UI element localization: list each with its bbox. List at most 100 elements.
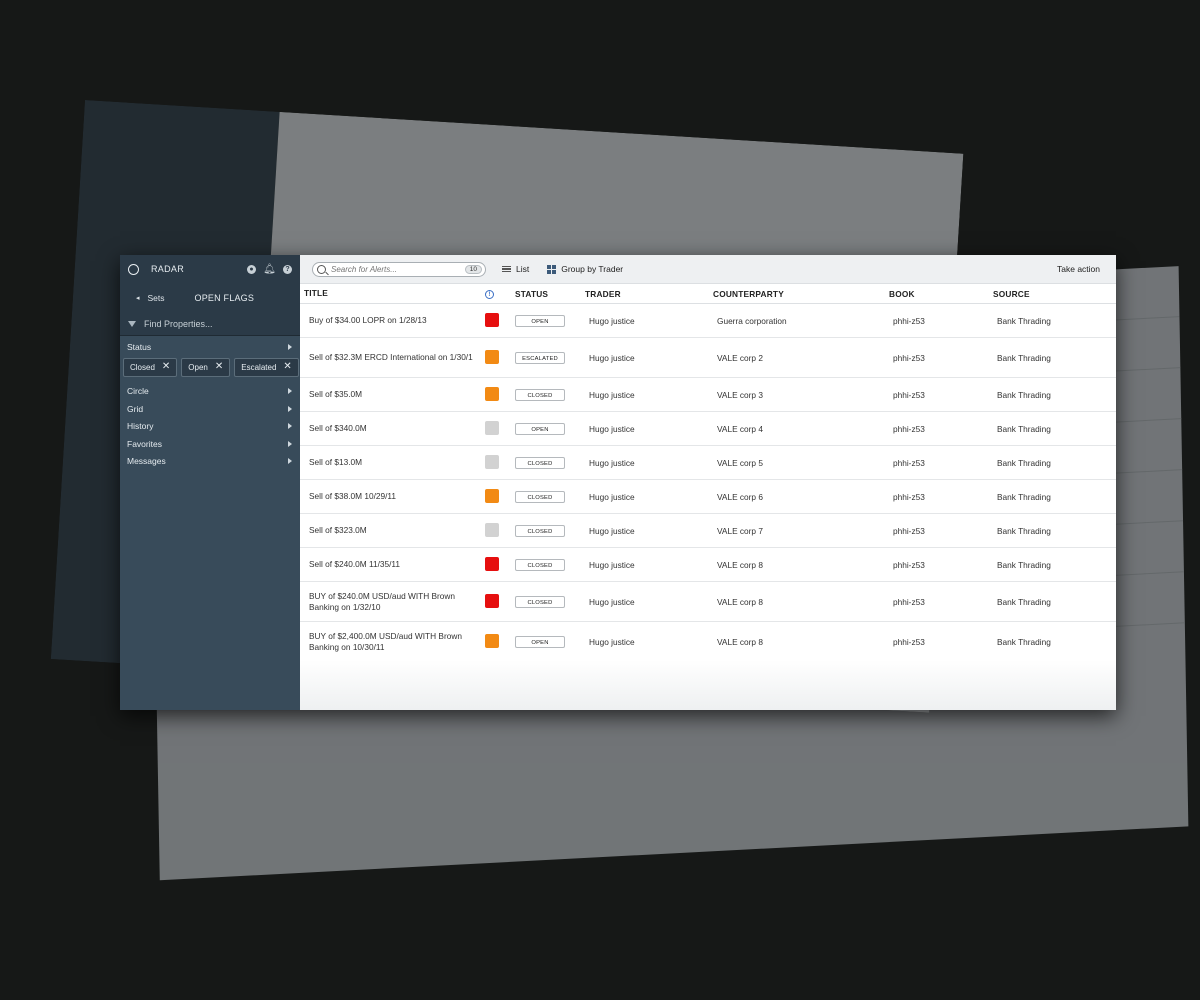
column-header-trader[interactable]: TRADER <box>581 284 709 304</box>
close-icon[interactable]: ✕ <box>283 362 291 372</box>
status-cell: OPEN <box>511 411 581 446</box>
cell-source: Bank Thrading <box>989 337 1116 378</box>
cell-title: Sell of $38.0M 10/29/11 <box>300 479 481 514</box>
column-header-flag[interactable]: ! <box>481 284 511 304</box>
find-properties-placeholder: Find Properties... <box>144 319 213 329</box>
table-row[interactable]: Sell of $323.0M CLOSED Hugo justice VALE co… <box>300 513 1116 548</box>
sidebar-item-label: History <box>127 421 154 432</box>
chevron-right-icon <box>288 343 292 350</box>
column-header-counterparty[interactable]: COUNTERPARTY <box>709 284 885 304</box>
search-input[interactable] <box>331 264 461 274</box>
list-view-button[interactable]: List <box>502 264 529 274</box>
severity-flag-icon[interactable] <box>485 633 499 648</box>
sidebar-item-status[interactable]: Status <box>120 338 300 356</box>
status-cell: CLOSED <box>511 445 581 480</box>
table-row[interactable]: Sell of $35.0M CLOSED Hugo justice VALE cor… <box>300 377 1116 412</box>
severity-flag-icon[interactable] <box>485 349 499 364</box>
cell-book: phhi-z53 <box>885 337 989 378</box>
help-icon[interactable]: ? <box>283 264 292 274</box>
bell-icon[interactable]: 🔔︎ <box>263 264 276 275</box>
status-cell: ESCALATED <box>511 337 581 378</box>
column-header-status[interactable]: STATUS <box>511 284 581 304</box>
table-row[interactable]: Sell of $340.0M OPEN Hugo justice VALE corp… <box>300 411 1116 446</box>
column-header-book[interactable]: BOOK <box>885 284 989 304</box>
status-filter-chips: Closed ✕ Open ✕ Escalated ✕ <box>120 356 300 383</box>
cell-book: phhi-z53 <box>885 479 989 514</box>
table-row[interactable]: Buy of $34.00 LOPR on 1/28/13 OPEN Hugo ju… <box>300 303 1116 338</box>
cell-counterparty: VALE corp 4 <box>709 411 885 446</box>
severity-flag-icon[interactable] <box>485 522 499 537</box>
table-row[interactable]: Sell of $240.0M 11/35/11 CLOSED Hugo justi… <box>300 547 1116 582</box>
table-header-row: TITLE ! STATUS TRADER COUNTERPARTY BOOK … <box>300 284 1116 304</box>
find-properties-field[interactable]: Find Properties... <box>120 313 300 336</box>
app-name: RADAR <box>151 264 185 274</box>
cell-title: Sell of $13.0M <box>300 445 481 480</box>
cell-book: phhi-z53 <box>885 621 989 662</box>
severity-flag-icon[interactable] <box>485 386 499 401</box>
severity-flag-icon[interactable] <box>485 488 499 503</box>
cell-book: phhi-z53 <box>885 303 989 338</box>
status-cell: OPEN <box>511 621 581 662</box>
close-icon[interactable]: ✕ <box>162 362 170 372</box>
status-badge[interactable]: OPEN <box>515 635 565 648</box>
cell-book: phhi-z53 <box>885 547 989 582</box>
close-icon[interactable]: ✕ <box>215 362 223 372</box>
severity-flag-icon[interactable] <box>485 556 499 571</box>
list-view-label: List <box>516 264 530 274</box>
cell-title: BUY of $2,400.0M USD/aud WITH Brown Bank… <box>300 621 481 662</box>
status-cell: CLOSED <box>511 377 581 412</box>
status-cell: CLOSED <box>511 479 581 514</box>
cell-source: Bank Thrading <box>989 411 1116 446</box>
status-badge[interactable]: CLOSED <box>515 524 565 537</box>
cell-title: Sell of $240.0M 11/35/11 <box>300 547 481 582</box>
table-row[interactable]: BUY of $2,400.0M USD/aud WITH Brown Bank… <box>300 621 1116 662</box>
list-icon <box>502 264 511 274</box>
status-badge[interactable]: OPEN <box>515 314 565 327</box>
cell-source: Bank Thrading <box>989 445 1116 480</box>
table-row[interactable]: BUY of $240.0M USD/aud WITH Brown Bankin… <box>300 581 1116 622</box>
radar-window: RADAR ● 🔔︎ ? ◂ Sets OPEN FLAGS Find Prop… <box>120 255 1116 710</box>
chevron-right-icon <box>288 388 292 395</box>
severity-flag-icon[interactable] <box>485 312 499 327</box>
search-box: 10 <box>312 261 486 277</box>
sidebar-item-circle[interactable]: Circle <box>120 383 300 401</box>
group-by-trader-button[interactable]: Group by Trader <box>547 264 623 274</box>
flag-cell <box>481 581 511 622</box>
take-action-button[interactable]: Take action <box>1057 264 1100 274</box>
cell-counterparty: Guerra corporation <box>709 303 885 338</box>
status-badge[interactable]: CLOSED <box>515 388 565 401</box>
severity-flag-icon[interactable] <box>485 454 499 469</box>
back-to-sets-button[interactable]: ◂ Sets <box>136 293 165 303</box>
sidebar-item-history[interactable]: History <box>120 418 300 436</box>
status-badge[interactable]: CLOSED <box>515 456 565 469</box>
status-badge[interactable]: CLOSED <box>515 595 565 608</box>
table-row[interactable]: Sell of $38.0M 10/29/11 CLOSED Hugo justic… <box>300 479 1116 514</box>
severity-flag-icon[interactable] <box>485 593 499 608</box>
chevron-right-icon <box>288 405 292 412</box>
sidebar-item-favorites[interactable]: Favorites <box>120 435 300 453</box>
table-row[interactable]: Sell of $13.0M CLOSED Hugo justice VALE cor… <box>300 445 1116 480</box>
status-badge[interactable]: CLOSED <box>515 490 565 503</box>
column-header-title[interactable]: TITLE <box>300 284 481 304</box>
info-icon: ! <box>485 290 494 300</box>
column-header-source[interactable]: SOURCE <box>989 284 1116 304</box>
cell-book: phhi-z53 <box>885 581 989 622</box>
table-row[interactable]: Sell of $32.3M ERCD International on 1/3… <box>300 337 1116 378</box>
flag-cell <box>481 621 511 662</box>
user-icon[interactable]: ● <box>247 264 256 274</box>
filter-chip-open: Open ✕ <box>181 357 231 377</box>
status-badge[interactable]: OPEN <box>515 422 565 435</box>
cell-counterparty: VALE corp 7 <box>709 513 885 548</box>
cell-counterparty: VALE corp 2 <box>709 337 885 378</box>
cell-counterparty: VALE corp 5 <box>709 445 885 480</box>
status-badge[interactable]: CLOSED <box>515 558 565 571</box>
cell-trader: Hugo justice <box>581 513 709 548</box>
cell-title: Buy of $34.00 LOPR on 1/28/13 <box>300 303 481 338</box>
sidebar-item-grid[interactable]: Grid <box>120 400 300 418</box>
severity-flag-icon[interactable] <box>485 420 499 435</box>
sidebar-item-messages[interactable]: Messages <box>120 453 300 471</box>
cell-trader: Hugo justice <box>581 411 709 446</box>
flag-cell <box>481 411 511 446</box>
cell-source: Bank Thrading <box>989 621 1116 662</box>
status-badge[interactable]: ESCALATED <box>515 351 565 364</box>
